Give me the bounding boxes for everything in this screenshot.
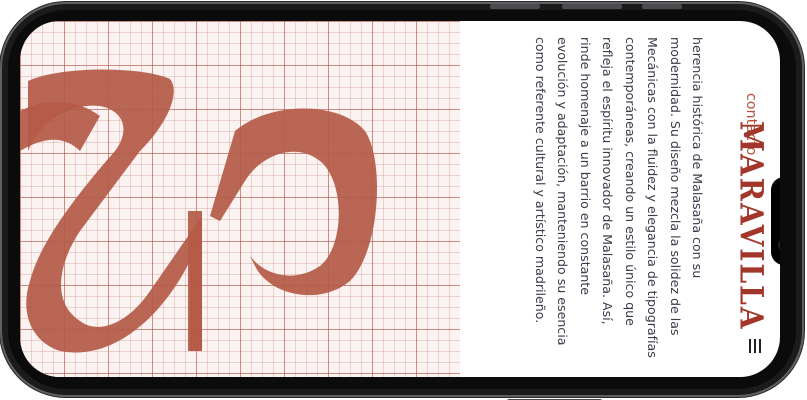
dynamic-island <box>771 177 780 265</box>
description-paragraph: herencia histórica de Malasaña con su mo… <box>532 37 706 358</box>
camera-icon <box>778 239 780 251</box>
grid-artwork <box>20 21 460 377</box>
phone-screen: contacto MARAVILLA herencia histórica de… <box>20 21 780 377</box>
top-navigation: contacto MARAVILLA <box>719 31 771 371</box>
volume-down-button <box>562 4 622 9</box>
brand-logo[interactable]: MARAVILLA <box>733 121 771 331</box>
hamburger-menu-icon[interactable] <box>747 337 763 357</box>
screenshot-stage: contacto MARAVILLA herencia histórica de… <box>0 0 807 400</box>
ampersand-glyph <box>20 69 377 353</box>
menu-line <box>754 339 756 353</box>
volume-up-button <box>490 4 540 9</box>
content-panel: contacto MARAVILLA herencia histórica de… <box>469 31 771 371</box>
rotated-content: contacto MARAVILLA herencia histórica de… <box>469 31 771 371</box>
menu-line <box>759 339 761 353</box>
menu-line <box>749 339 751 353</box>
action-button <box>642 4 682 9</box>
